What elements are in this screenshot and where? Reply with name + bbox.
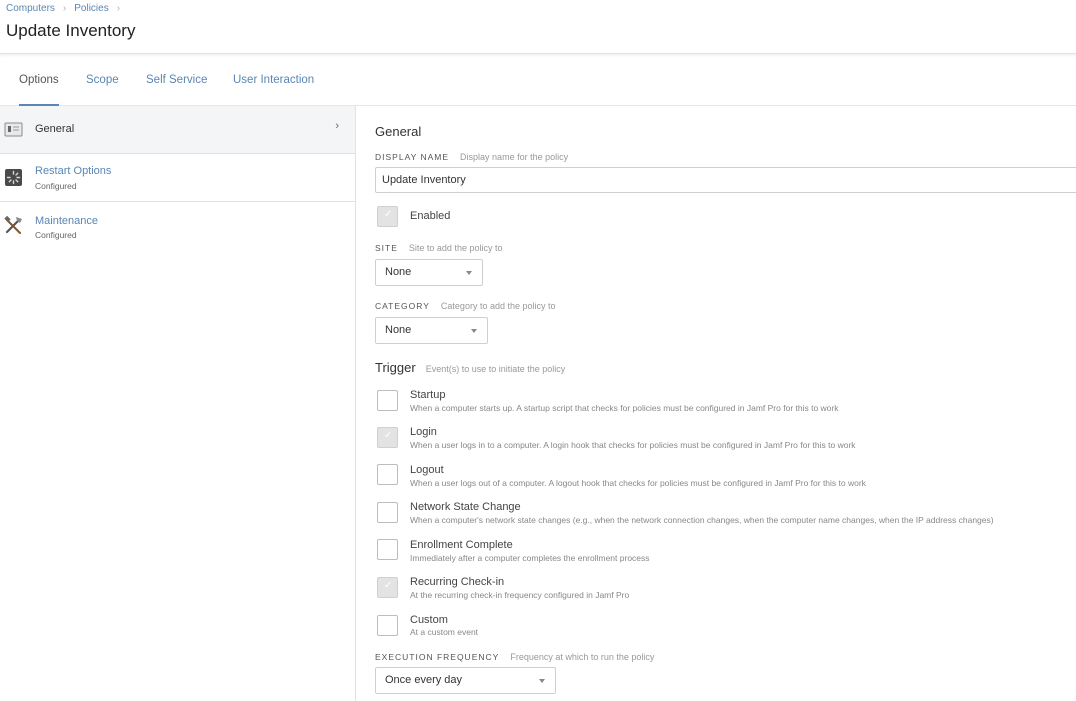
tab-options[interactable]: Options — [19, 74, 59, 106]
trigger-description: When a computer's network state changes … — [410, 515, 994, 525]
trigger-label: Custom — [410, 614, 448, 626]
sidebar-item-status: Configured — [35, 230, 77, 240]
trigger-description: When a computer starts up. A startup scr… — [410, 403, 839, 413]
site-select[interactable]: None — [375, 259, 483, 286]
trigger-startup-checkbox[interactable] — [377, 390, 398, 411]
tab-bar: Options Scope Self Service User Interact… — [0, 54, 1076, 106]
tab-user-interaction[interactable]: User Interaction — [233, 74, 314, 86]
trigger-network-state-change-checkbox[interactable] — [377, 502, 398, 523]
trigger-label: Network State Change — [410, 501, 521, 513]
sidebar-item-maintenance[interactable]: Maintenance Configured — [0, 202, 355, 250]
trigger-hint: Event(s) to use to initiate the policy — [425, 364, 566, 374]
breadcrumb: Computers › Policies › — [6, 3, 128, 14]
trigger-label: Logout — [410, 464, 444, 476]
category-select[interactable]: None — [375, 317, 488, 344]
execution-frequency-hint: Frequency at which to run the policy — [510, 652, 655, 662]
execution-frequency-select[interactable]: Once every day — [375, 667, 556, 694]
tools-icon — [4, 216, 22, 234]
page-title: Update Inventory — [6, 21, 136, 40]
site-hint: Site to add the policy to — [408, 243, 503, 253]
display-name-field[interactable]: Update Inventory — [375, 167, 1076, 193]
trigger-custom-checkbox[interactable] — [377, 615, 398, 636]
trigger-recurring-check-in-checkbox[interactable] — [377, 577, 398, 598]
breadcrumb-separator: › — [62, 3, 67, 14]
restart-icon — [5, 169, 22, 186]
sidebar-item-label: Maintenance — [35, 215, 98, 227]
execution-frequency-label-text: Execution Frequency — [375, 652, 500, 662]
section-title: General — [375, 124, 422, 139]
breadcrumb-policies[interactable]: Policies — [74, 3, 108, 14]
caret-down-icon — [466, 271, 472, 275]
site-label: Site Site to add the policy to — [375, 243, 502, 253]
category-label-text: Category — [375, 301, 430, 311]
trigger-description: At the recurring check-in frequency conf… — [410, 590, 630, 600]
display-name-label: Display Name Display name for the policy — [375, 152, 568, 162]
execution-frequency-value: Once every day — [385, 674, 463, 686]
sidebar: General › Restart Options Configured Mai — [0, 106, 356, 701]
trigger-enrollment-complete-checkbox[interactable] — [377, 539, 398, 560]
sidebar-item-label: General — [35, 123, 75, 135]
display-name-label-text: Display Name — [375, 152, 450, 162]
tab-self-service[interactable]: Self Service — [146, 74, 207, 86]
sidebar-item-status: Configured — [35, 181, 77, 191]
trigger-login-checkbox[interactable] — [377, 427, 398, 448]
breadcrumb-computers[interactable]: Computers — [6, 3, 55, 14]
caret-down-icon — [471, 329, 477, 333]
sidebar-item-label: Restart Options — [35, 165, 112, 177]
trigger-label: Login — [410, 426, 437, 438]
sidebar-item-restart-options[interactable]: Restart Options Configured — [0, 154, 355, 202]
trigger-title: Trigger Event(s) to use to initiate the … — [375, 360, 565, 375]
site-select-value: None — [385, 266, 412, 278]
trigger-logout-checkbox[interactable] — [377, 464, 398, 485]
category-hint: Category to add the policy to — [440, 301, 556, 311]
page-header: Computers › Policies › Update Inventory — [0, 0, 1076, 54]
sidebar-item-general[interactable]: General › — [0, 106, 355, 154]
enabled-checkbox[interactable] — [377, 206, 398, 227]
trigger-label: Recurring Check-in — [410, 576, 505, 588]
chevron-right-icon: › — [335, 120, 339, 132]
trigger-description: At a custom event — [410, 627, 479, 637]
trigger-description: When a user logs in to a computer. A log… — [410, 440, 856, 450]
general-icon — [4, 122, 23, 137]
execution-frequency-label: Execution Frequency Frequency at which t… — [375, 652, 654, 662]
enabled-label: Enabled — [410, 210, 451, 222]
display-name-hint: Display name for the policy — [460, 152, 569, 162]
caret-down-icon — [539, 679, 545, 683]
breadcrumb-separator: › — [116, 3, 121, 14]
category-select-value: None — [385, 324, 412, 336]
trigger-label: Enrollment Complete — [410, 539, 513, 551]
trigger-title-text: Trigger — [375, 360, 416, 375]
trigger-description: When a user logs out of a computer. A lo… — [410, 478, 866, 488]
trigger-label: Startup — [410, 389, 446, 401]
site-label-text: Site — [375, 243, 398, 253]
general-panel: General Display Name Display name for th… — [356, 106, 1076, 701]
category-label: Category Category to add the policy to — [375, 301, 556, 311]
trigger-description: Immediately after a computer completes t… — [410, 553, 650, 563]
tab-scope[interactable]: Scope — [86, 74, 119, 86]
